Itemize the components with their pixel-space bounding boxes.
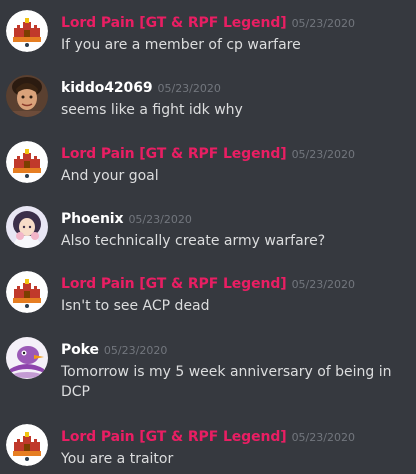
timestamp: 05/23/2020 xyxy=(291,278,355,291)
timestamp: 05/23/2020 xyxy=(103,344,168,357)
message-text: Isn't to see ACP dead xyxy=(61,298,210,314)
timestamp: 05/23/2020 xyxy=(128,213,192,226)
anime-character-avatar[interactable] xyxy=(6,206,48,248)
castle-crest-icon[interactable] xyxy=(6,271,48,313)
author-name[interactable]: Lord Pain [GT & RPF Legend] xyxy=(61,429,287,445)
chat-message-list: Lord Pain [GT & RPF Legend] 05/23/2020 If… xyxy=(0,0,416,474)
timestamp: 05/23/2020 xyxy=(291,431,355,444)
author-name[interactable]: Lord Pain [GT & RPF Legend] xyxy=(61,276,287,292)
timestamp: 05/23/2020 xyxy=(291,148,355,161)
author-name[interactable]: Lord Pain [GT & RPF Legend] xyxy=(61,146,287,162)
message-text: Tomorrow is my 5 week anniversary of bei… xyxy=(61,364,392,400)
author-name[interactable]: Phoenix xyxy=(61,211,124,227)
message-text: Also technically create army warfare? xyxy=(61,233,326,249)
castle-crest-icon[interactable] xyxy=(6,141,48,183)
author-name[interactable]: Lord Pain [GT & RPF Legend] xyxy=(61,15,287,31)
author-name[interactable]: Poke xyxy=(61,342,99,358)
message-text: You are a traitor xyxy=(61,451,174,467)
message-text: If you are a member of cp warfare xyxy=(61,37,301,53)
message-text: And your goal xyxy=(61,168,159,184)
author-name[interactable]: kiddo42069 xyxy=(61,80,153,96)
timestamp: 05/23/2020 xyxy=(157,82,221,95)
message-text: seems like a fight idk why xyxy=(61,102,243,118)
castle-crest-icon[interactable] xyxy=(6,424,48,466)
bird-character-avatar[interactable] xyxy=(6,337,48,379)
castle-crest-icon[interactable] xyxy=(6,10,48,52)
photo-avatar[interactable] xyxy=(6,75,48,117)
timestamp: 05/23/2020 xyxy=(291,17,355,30)
